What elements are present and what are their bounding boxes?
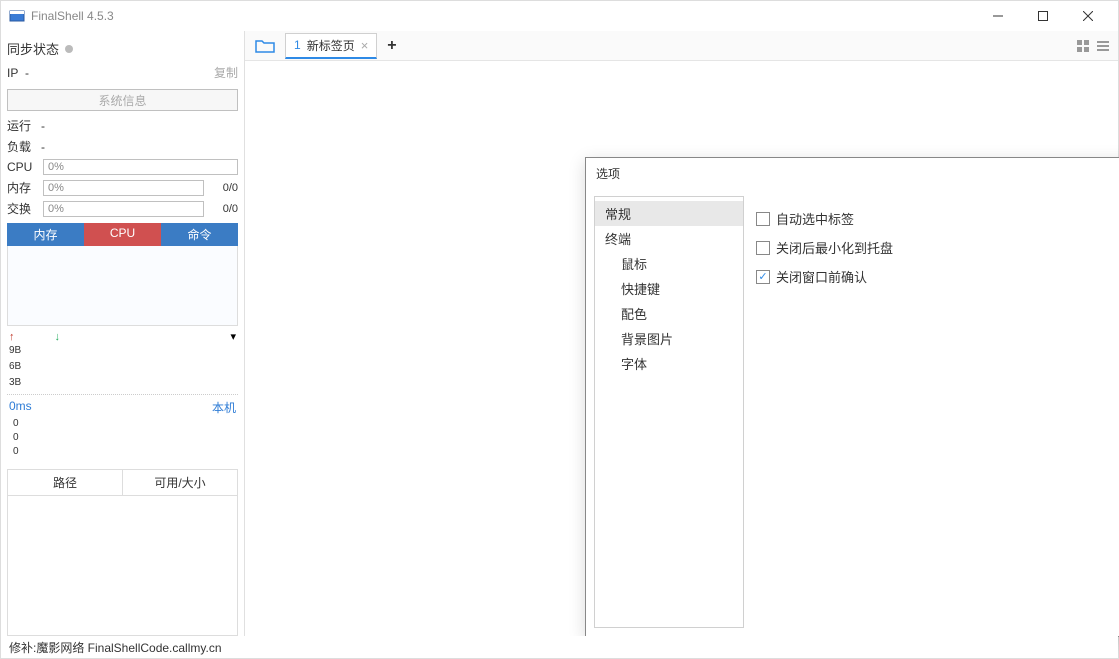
- tab-bar: 1 新标签页 × +: [245, 31, 1118, 61]
- load-label: 负载: [7, 138, 41, 155]
- window-title: FinalShell 4.5.3: [31, 9, 975, 23]
- process-chart: [7, 246, 238, 326]
- cpu-meter: 0%: [43, 159, 238, 175]
- tab-cpu[interactable]: CPU: [84, 223, 161, 246]
- ping-host[interactable]: 本机: [212, 399, 236, 416]
- option-auto-select-tab[interactable]: 自动选中标签: [756, 204, 1119, 233]
- titlebar: FinalShell 4.5.3: [1, 1, 1118, 31]
- path-table-header: 路径 可用/大小: [7, 469, 238, 496]
- download-icon: ↓: [55, 331, 61, 343]
- ip-label: IP -: [7, 66, 29, 80]
- minimize-button[interactable]: [975, 1, 1020, 31]
- sync-status-dot: [65, 45, 73, 53]
- option-confirm-close[interactable]: 关闭窗口前确认: [756, 262, 1119, 291]
- nav-mouse[interactable]: 鼠标: [595, 251, 743, 276]
- dialog-options-pane: 自动选中标签 关闭后最小化到托盘 关闭窗口前确认: [752, 196, 1119, 628]
- cpu-label: CPU: [7, 160, 39, 174]
- options-dialog: 选项 常规 终端 鼠标 快捷键 配色 背景图片 字体: [585, 157, 1119, 637]
- memory-ratio: 0/0: [208, 182, 238, 194]
- load-value: -: [41, 140, 238, 154]
- nav-general[interactable]: 常规: [595, 201, 743, 226]
- tab-number: 1: [294, 38, 301, 52]
- folder-icon[interactable]: [255, 38, 275, 54]
- memory-label: 内存: [7, 179, 39, 196]
- run-value: -: [41, 119, 238, 133]
- close-button[interactable]: [1065, 1, 1110, 31]
- option-label: 关闭后最小化到托盘: [776, 238, 893, 257]
- tab-label: 新标签页: [307, 37, 355, 54]
- system-info-button[interactable]: 系统信息: [7, 89, 238, 111]
- maximize-button[interactable]: [1020, 1, 1065, 31]
- app-icon: [9, 8, 25, 24]
- run-label: 运行: [7, 117, 41, 134]
- list-view-icon[interactable]: [1094, 37, 1112, 55]
- expand-icon[interactable]: ▾: [230, 330, 236, 343]
- checkbox[interactable]: [756, 270, 770, 284]
- dialog-nav: 常规 终端 鼠标 快捷键 配色 背景图片 字体: [594, 196, 744, 628]
- grid-view-icon[interactable]: [1074, 37, 1092, 55]
- col-path[interactable]: 路径: [8, 470, 123, 495]
- add-tab-button[interactable]: +: [387, 37, 396, 55]
- tab-new[interactable]: 1 新标签页 ×: [285, 33, 377, 59]
- sidebar: 同步状态 IP - 复制 系统信息 运行- 负载- CPU 0% 内存 0% 0…: [1, 31, 245, 636]
- checkbox[interactable]: [756, 241, 770, 255]
- option-minimize-to-tray[interactable]: 关闭后最小化到托盘: [756, 233, 1119, 262]
- upload-icon: ↑: [9, 331, 15, 343]
- nav-shortcut[interactable]: 快捷键: [595, 276, 743, 301]
- col-size[interactable]: 可用/大小: [123, 470, 237, 495]
- option-label: 自动选中标签: [776, 209, 854, 228]
- nav-bgimage[interactable]: 背景图片: [595, 326, 743, 351]
- copy-button[interactable]: 复制: [214, 64, 238, 81]
- dialog-titlebar: 选项: [586, 158, 1119, 188]
- sync-status-label: 同步状态: [7, 39, 59, 58]
- nav-terminal[interactable]: 终端: [595, 226, 743, 251]
- dialog-title: 选项: [596, 165, 1119, 182]
- swap-label: 交换: [7, 200, 39, 217]
- nav-font[interactable]: 字体: [595, 351, 743, 376]
- nav-color[interactable]: 配色: [595, 301, 743, 326]
- checkbox[interactable]: [756, 212, 770, 226]
- path-table-body: [7, 496, 238, 636]
- tab-close-icon[interactable]: ×: [361, 38, 369, 53]
- swap-ratio: 0/0: [208, 203, 238, 215]
- tab-memory[interactable]: 内存: [7, 223, 84, 246]
- swap-meter: 0%: [43, 201, 204, 217]
- status-bar: 修补:魔影网络 FinalShellCode.callmy.cn: [1, 636, 1118, 658]
- ping-graph: 0 0 0: [7, 418, 238, 463]
- network-graph: 9B 6B 3B: [7, 345, 238, 395]
- content-area: 1 新标签页 × + 选项 常规 终端 鼠: [245, 31, 1118, 636]
- tab-command[interactable]: 命令: [161, 223, 238, 246]
- ping-ms: 0ms: [9, 399, 32, 416]
- option-label: 关闭窗口前确认: [776, 267, 867, 286]
- memory-meter: 0%: [43, 180, 204, 196]
